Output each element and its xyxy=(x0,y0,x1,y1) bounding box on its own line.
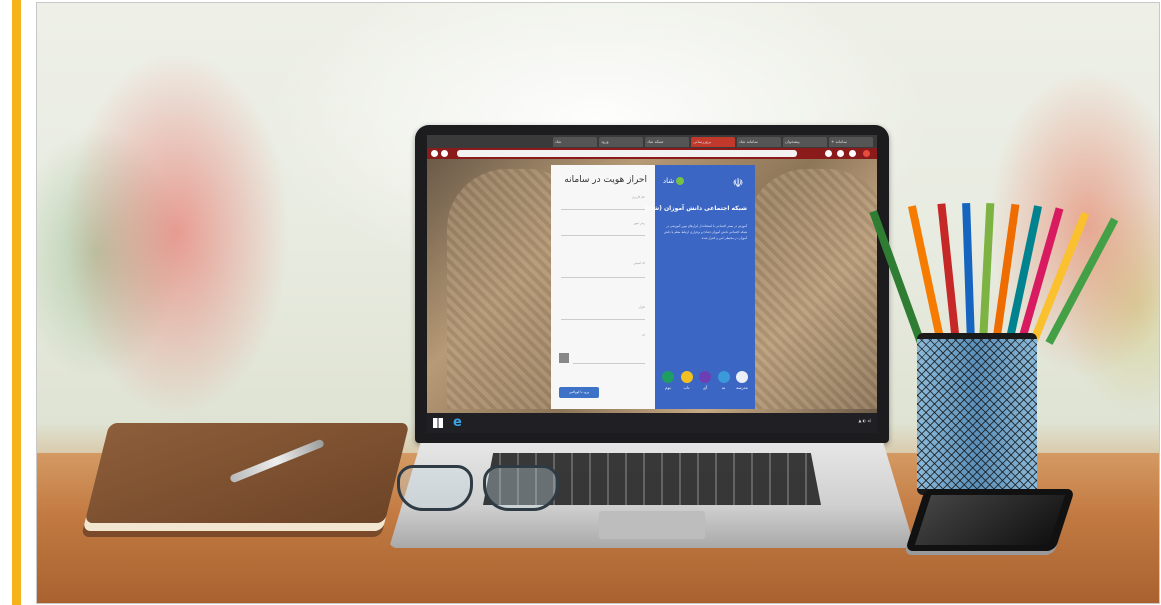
browser-address-bar xyxy=(427,148,877,159)
captcha-image xyxy=(559,353,569,363)
app-link[interactable]: به xyxy=(717,371,731,397)
login-title: احراز هویت در سامانه xyxy=(564,175,647,185)
app-link[interactable]: تاب xyxy=(680,371,694,397)
browser-tab[interactable]: پیشخوان xyxy=(783,136,827,147)
frame: + سامانه پیشخوان سامانه شاد بروزرسانی شب… xyxy=(0,0,1161,605)
arch-decoration xyxy=(747,169,877,409)
windows-start-icon[interactable] xyxy=(433,418,443,428)
captcha-input[interactable] xyxy=(573,363,645,364)
app-label: مدرسه xyxy=(736,385,748,390)
field-label: کد امنیتی xyxy=(633,261,645,265)
app-link[interactable]: بوم xyxy=(661,371,675,397)
pencil xyxy=(962,202,975,344)
glasses-lens xyxy=(397,465,473,511)
colored-pencils xyxy=(869,183,1119,345)
photo: + سامانه پیشخوان سامانه شاد بروزرسانی شب… xyxy=(36,2,1160,604)
profile-icon[interactable] xyxy=(849,150,856,157)
mesh-pencil-cup xyxy=(917,333,1037,495)
field-label: نام کاربری xyxy=(631,195,645,199)
info-panel: ☫ شاد شبکه اجتماعی دانش آموزان (شاد) آمو… xyxy=(645,165,755,409)
back-icon[interactable] xyxy=(431,150,438,157)
app-label: آی xyxy=(702,385,708,390)
info-title: شبکه اجتماعی دانش آموزان (شاد) xyxy=(645,205,747,212)
browser-tab[interactable]: شبکه شاد xyxy=(645,136,689,147)
info-description: آموزش در بستر اجتماعی با استفاده از ابزا… xyxy=(663,224,747,240)
accent-bar xyxy=(12,0,21,605)
app-icon xyxy=(680,371,693,383)
iran-emblem-icon: ☫ xyxy=(732,176,744,190)
menu-icon[interactable] xyxy=(863,150,870,157)
glasses-lens xyxy=(483,465,559,511)
internet-explorer-icon[interactable]: e xyxy=(453,416,462,430)
shad-logo: شاد xyxy=(663,177,685,185)
system-tray: ▲ ◐ ◂) xyxy=(858,418,871,423)
address-input[interactable] xyxy=(457,150,797,157)
extension-icon[interactable] xyxy=(837,150,844,157)
extension-icon[interactable] xyxy=(825,150,832,157)
password-input[interactable] xyxy=(561,235,645,236)
browser-tab[interactable]: + سامانه xyxy=(829,136,873,147)
os-taskbar: e ▲ ◐ ◂) xyxy=(427,413,877,433)
login-card: احراز هویت در سامانه نام کاربری رمز عبور… xyxy=(551,165,655,409)
app-link[interactable]: مدرسه xyxy=(735,371,749,397)
app-label: بوم xyxy=(665,385,671,390)
field-label: کد xyxy=(641,333,645,337)
app-icon xyxy=(662,371,674,383)
app-icon xyxy=(736,371,748,383)
notebook xyxy=(84,423,410,543)
eyeglasses xyxy=(387,465,567,515)
browser-tab-bar: + سامانه پیشخوان سامانه شاد بروزرسانی شب… xyxy=(427,135,877,148)
webpage: احراز هویت در سامانه نام کاربری رمز عبور… xyxy=(427,159,877,413)
phone-screen xyxy=(914,495,1066,545)
shad-logo-icon xyxy=(676,177,685,185)
app-icon xyxy=(699,371,711,383)
app-label: تاب xyxy=(683,385,690,390)
app-link[interactable]: آی xyxy=(698,371,712,397)
username-input[interactable] xyxy=(561,209,645,210)
laptop-screen: + سامانه پیشخوان سامانه شاد بروزرسانی شب… xyxy=(415,125,889,443)
pencil xyxy=(979,202,995,344)
browser-tab[interactable]: ورود xyxy=(599,136,643,147)
login-button[interactable]: ورود با کوواکس xyxy=(559,387,599,398)
security-code-input[interactable] xyxy=(561,277,645,278)
browser-tab[interactable]: سامانه شاد xyxy=(737,136,781,147)
field-label: رمز عبور xyxy=(633,221,645,225)
app-icon xyxy=(717,371,730,383)
laptop-display: + سامانه پیشخوان سامانه شاد بروزرسانی شب… xyxy=(427,135,877,433)
app-icons: بوم تاب آی به مدرسه xyxy=(661,371,749,397)
browser-tab[interactable]: شاد xyxy=(553,136,597,147)
trackpad xyxy=(599,511,705,539)
browser-tab-active[interactable]: بروزرسانی xyxy=(691,136,735,147)
smartphone xyxy=(904,489,1076,551)
shad-logo-text: شاد xyxy=(663,177,675,185)
app-label: به xyxy=(721,385,726,390)
confirm-input[interactable] xyxy=(561,319,645,320)
refresh-icon[interactable] xyxy=(441,150,448,157)
field-label: تکرار xyxy=(638,305,645,309)
